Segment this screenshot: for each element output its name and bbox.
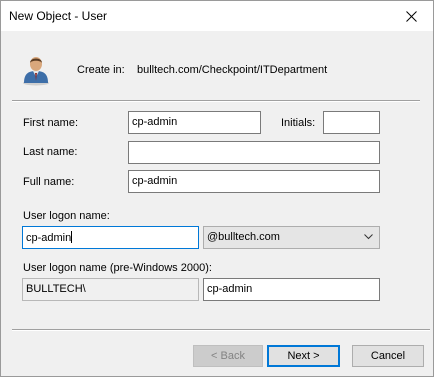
user-icon (23, 57, 49, 86)
text-caret (71, 231, 73, 243)
title-bar: New Object - User (1, 1, 433, 31)
window-title: New Object - User (9, 9, 108, 23)
full-name-field[interactable]: cp-admin (128, 170, 380, 193)
pre2000-logon-field[interactable]: cp-admin (203, 278, 380, 301)
cancel-button[interactable]: Cancel (352, 345, 424, 367)
initials-label: Initials: (281, 117, 316, 129)
separator (12, 100, 420, 102)
footer-separator (12, 329, 430, 331)
pre2000-domain-field: BULLTECH\ (22, 278, 199, 301)
close-button[interactable] (389, 1, 433, 31)
first-name-label: First name: (23, 117, 79, 129)
logon-name-value: cp-admin (26, 232, 72, 244)
full-name-label: Full name: (23, 176, 75, 188)
first-name-field[interactable]: cp-admin (128, 111, 261, 134)
initials-field[interactable] (323, 111, 380, 134)
create-in-label: Create in: (77, 64, 125, 76)
logon-name-field[interactable]: cp-admin (22, 226, 199, 249)
next-button[interactable]: Next > (267, 345, 340, 367)
pre2000-label: User logon name (pre-Windows 2000): (23, 262, 212, 274)
upn-suffix-value: @bulltech.com (207, 231, 280, 243)
last-name-label: Last name: (23, 146, 78, 158)
create-in-path: bulltech.com/Checkpoint/ITDepartment (137, 64, 328, 76)
back-button[interactable]: < Back (193, 345, 263, 367)
close-icon (405, 10, 417, 22)
logon-name-label: User logon name: (23, 210, 110, 222)
chevron-down-icon (364, 234, 373, 240)
upn-suffix-dropdown[interactable]: @bulltech.com (203, 226, 380, 249)
new-user-dialog: New Object - User Create in: bulltech.co… (0, 0, 434, 377)
last-name-field[interactable] (128, 141, 380, 164)
